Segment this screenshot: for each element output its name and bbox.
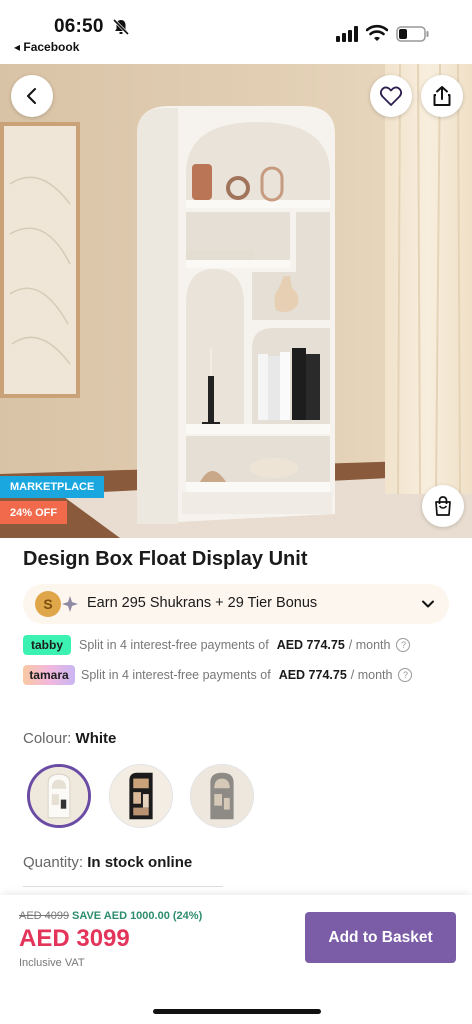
status-time: 06:50 xyxy=(54,16,104,37)
back-arrow-icon xyxy=(27,88,36,104)
swatch-grey-thumbnail xyxy=(191,765,253,827)
bell-off-icon xyxy=(112,18,130,36)
original-price: AED 4099 xyxy=(19,910,70,922)
battery-icon xyxy=(396,26,429,42)
vat-note: Inclusive VAT xyxy=(19,957,85,969)
current-price: AED 3099 xyxy=(19,925,130,952)
shukrans-rewards-row[interactable]: S Earn 295 Shukrans + 29 Tier Bonus xyxy=(23,584,449,624)
swatch-black-thumbnail xyxy=(110,765,172,827)
marketplace-badge: MARKETPLACE xyxy=(0,476,105,498)
product-image-gallery[interactable]: dubizzle xyxy=(0,64,472,538)
tabby-text: Split in 4 interest-free payments of xyxy=(79,638,269,652)
colour-swatch-black[interactable] xyxy=(109,764,173,828)
tabby-per-month: / month xyxy=(348,638,391,652)
back-button[interactable] xyxy=(11,75,53,117)
discount-badge: 24% OFF xyxy=(0,501,68,524)
share-icon xyxy=(433,86,451,106)
share-button[interactable] xyxy=(421,75,463,117)
status-bar: 06:50 ◂ Facebook xyxy=(0,0,472,64)
heart-icon xyxy=(379,86,403,106)
selected-colour: White xyxy=(75,730,117,747)
product-title: Design Box Float Display Unit xyxy=(23,548,308,570)
swatch-white-thumbnail xyxy=(30,767,88,825)
tamara-logo: tamara xyxy=(23,665,75,685)
stock-status: In stock online xyxy=(87,854,193,871)
info-icon[interactable]: ? xyxy=(398,668,413,682)
tabby-installment-row[interactable]: tabby Split in 4 interest-free payments … xyxy=(23,635,411,655)
wifi-icon xyxy=(366,24,388,41)
add-to-basket-button[interactable]: Add to Basket xyxy=(305,912,456,963)
divider xyxy=(23,886,223,887)
colour-swatch-grey[interactable] xyxy=(190,764,254,828)
cellular-signal-icon xyxy=(336,26,358,42)
product-photo xyxy=(0,64,472,538)
savings-text: SAVE AED 1000.00 (24%) xyxy=(72,910,203,922)
quantity-row: Quantity: In stock online xyxy=(23,854,192,871)
back-to-app-link[interactable]: ◂ Facebook xyxy=(14,40,79,54)
tabby-amount: AED 774.75 xyxy=(276,638,345,652)
info-icon[interactable]: ? xyxy=(396,638,411,652)
colour-swatch-white[interactable] xyxy=(27,764,91,828)
tamara-text: Split in 4 interest-free payments of xyxy=(81,668,271,682)
tamara-per-month: / month xyxy=(350,668,393,682)
chevron-down-icon[interactable] xyxy=(420,596,436,612)
tamara-amount: AED 774.75 xyxy=(278,668,347,682)
favorite-button[interactable] xyxy=(370,75,412,117)
quantity-label: Quantity: xyxy=(23,854,84,871)
tabby-logo: tabby xyxy=(23,635,71,655)
home-indicator xyxy=(153,1009,321,1014)
bottom-purchase-bar: AED 4099 SAVE AED 1000.00 (24%) AED 3099… xyxy=(0,895,472,1024)
colour-label-row: Colour: White xyxy=(23,730,116,747)
sparkle-icon xyxy=(62,596,78,612)
shopping-bag-icon xyxy=(435,496,451,516)
add-to-bag-quick-button[interactable] xyxy=(422,485,464,527)
shukran-coin-icon: S xyxy=(35,591,61,617)
shukrans-text: Earn 295 Shukrans + 29 Tier Bonus xyxy=(87,595,318,611)
colour-label: Colour: xyxy=(23,730,72,747)
tamara-installment-row[interactable]: tamara Split in 4 interest-free payments… xyxy=(23,665,413,685)
